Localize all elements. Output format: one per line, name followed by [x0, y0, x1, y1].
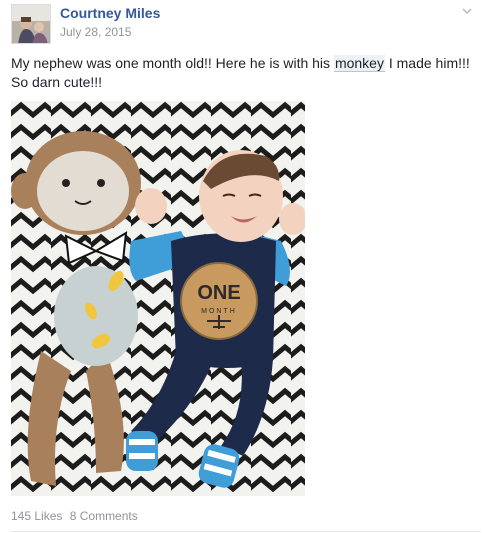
post-text: My nephew was one month old!! Here he is…	[11, 54, 479, 92]
avatar-image	[12, 5, 50, 43]
post-photo[interactable]: ONE MONTH	[11, 101, 305, 496]
author-name-link[interactable]: Courtney Miles	[60, 5, 160, 21]
likes-count-link[interactable]: 145 Likes	[11, 509, 62, 523]
post-stats: 145 Likes 8 Comments	[11, 509, 142, 523]
baby-and-monkey-photo: ONE MONTH	[11, 101, 305, 496]
mention-link[interactable]: monkey	[333, 55, 385, 72]
post-timestamp[interactable]: July 28, 2015	[60, 25, 131, 39]
onesie-subtext: MONTH	[201, 308, 237, 315]
facebook-post: Courtney Miles July 28, 2015 My nephew w…	[0, 0, 484, 533]
author-avatar[interactable]	[11, 4, 51, 44]
chevron-down-icon[interactable]	[460, 4, 474, 18]
post-text-before: My nephew was one month old!! Here he is…	[11, 55, 334, 71]
onesie-text: ONE	[197, 282, 240, 304]
footer-divider	[11, 531, 481, 532]
comments-count-link[interactable]: 8 Comments	[70, 509, 138, 523]
